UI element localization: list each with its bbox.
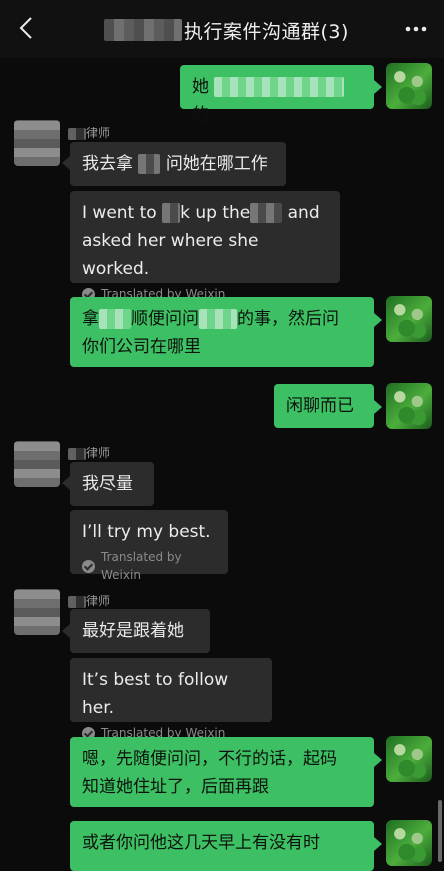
bubble-tail [374, 313, 382, 327]
my-avatar[interactable] [386, 383, 432, 429]
message-bubble-7[interactable]: 嗯，先随便问问，不行的话，起码 知道她住址了，后面再跟 [70, 737, 374, 807]
back-button[interactable] [12, 12, 40, 44]
sender-name: 律师 [68, 124, 110, 141]
message-bubble-5[interactable]: 我尽量 [70, 462, 154, 506]
message-line: 你们公司在哪里 [82, 337, 201, 357]
group-title: 执行案件沟通群(3) [184, 20, 349, 43]
message-bubble-6[interactable]: 最好是跟着她 [70, 609, 210, 653]
chat-title[interactable]: 执行案件沟通群(3) [104, 14, 349, 46]
translation-text: It’s best to follow her. [82, 670, 229, 718]
my-avatar[interactable] [386, 736, 432, 782]
redacted-text [214, 77, 345, 97]
lawyer-avatar[interactable] [14, 589, 60, 635]
message-text: 我尽量 [82, 474, 133, 494]
message-text: 闲聊而已 [286, 396, 354, 416]
message-text-part: 的 [192, 105, 209, 125]
check-circle-icon [82, 559, 95, 573]
my-avatar[interactable] [386, 296, 432, 342]
redacted-group-name [104, 19, 182, 41]
sender-name: 律师 [68, 444, 110, 461]
message-bubble-8[interactable]: 或者你问他这几天早上有没有时 [70, 821, 374, 871]
sender-name: 律师 [68, 592, 110, 609]
message-bubble-3[interactable]: 拿顺便问问 的事，然后问 你们公司在哪里 [70, 297, 374, 367]
message-text: 最好是跟着她 [82, 621, 184, 641]
bubble-tail [62, 156, 70, 170]
translation-bubble-1[interactable]: I went to k up the and asked her where s… [70, 191, 340, 301]
message-bubble-1[interactable]: 她 的 [180, 65, 374, 125]
lawyer-avatar[interactable] [14, 441, 60, 487]
translation-text: I went to k up the and asked her where s… [82, 203, 320, 279]
translation-bubble-2[interactable]: I’ll try my best. Translated by Weixin [70, 510, 228, 582]
message-text-part: 她 [192, 77, 209, 97]
message-text-part: 我去拿 [82, 154, 133, 174]
message-line: 知道她住址了，后面再跟 [82, 777, 269, 797]
lawyer-avatar[interactable] [14, 120, 60, 166]
translation-text: I’ll try my best. [82, 522, 211, 542]
bubble-tail [374, 753, 382, 767]
chevron-left-icon [19, 17, 32, 39]
message-text-part: 问她在哪工作 [165, 154, 268, 174]
translation-bubble-3[interactable]: It’s best to follow her. Translated by W… [70, 658, 272, 740]
bubble-tail [374, 80, 382, 94]
my-avatar[interactable] [386, 820, 432, 866]
bubble-tail [62, 624, 70, 638]
bubble-tail [62, 476, 70, 490]
redacted-name [68, 127, 86, 140]
more-button[interactable] [402, 13, 430, 45]
bubble-tail [374, 400, 382, 414]
more-dots-icon [405, 26, 427, 32]
chat-header: 执行案件沟通群(3) [0, 0, 444, 58]
bubble-tail [374, 837, 382, 851]
message-bubble-4[interactable]: 闲聊而已 [274, 384, 374, 428]
message-bubble-2[interactable]: 我去拿 问她在哪工作 [70, 142, 286, 186]
scrollbar[interactable] [438, 800, 442, 862]
message-line: 拿顺便问问 的事，然后问 [82, 309, 339, 329]
message-line: 或者你问他这几天早上有没有时 [82, 833, 320, 853]
my-avatar[interactable] [386, 63, 432, 109]
message-line: 嗯，先随便问问，不行的话，起码 [82, 749, 337, 769]
translation-credit: Translated by Weixin [82, 548, 216, 584]
redacted-text [138, 154, 161, 174]
